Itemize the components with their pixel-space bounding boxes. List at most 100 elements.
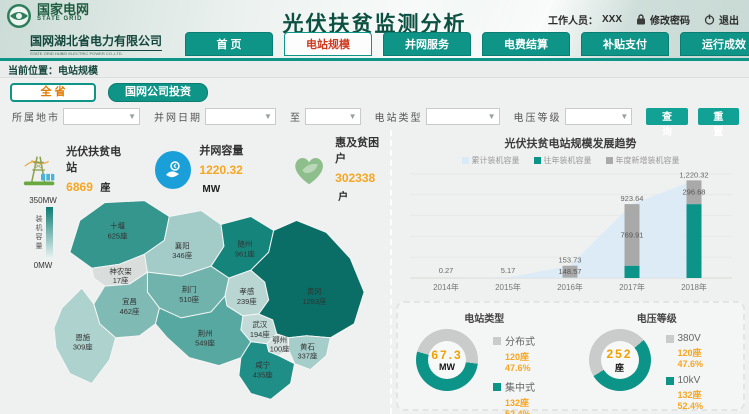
city-filter-label: 所属地市 [12,109,60,124]
tab-fee-settlement[interactable]: 电费结算 [482,32,570,56]
map-label: 100座 [270,344,290,354]
legend-swatch [666,377,674,385]
breadcrumb-label: 当前位置： [8,62,58,77]
brand: 国家电网 STATE GRID [6,3,89,29]
voltage-select[interactable]: ▼ [565,108,633,125]
map-label: 309座 [73,342,93,352]
type-filter-label: 电站类型 [375,109,423,124]
map-label: 襄阳 [175,240,190,250]
voltage-level-donut[interactable]: 252 座 [589,329,651,391]
grid-connection-icon [155,151,191,189]
filter-row: 所属地市 ▼ 并网日期 ▼ 至 ▼ 电站类型 ▼ 电压等级 ▼ 查询 重置 [12,108,749,125]
map-label: 神农架 [109,266,132,276]
staff-name: XXX [602,14,622,25]
breadcrumb: 当前位置： 电站规模 [0,61,749,78]
map-label: 337座 [298,351,318,361]
map-label: 17座 [113,275,129,285]
city-select[interactable]: ▼ [63,108,140,125]
map-label: 随州 [237,238,252,248]
breadcrumb-value: 电站规模 [58,62,98,77]
company-name: 国网湖北省电力有限公司 [30,32,162,51]
change-password-button[interactable]: 修改密码 [636,12,690,27]
chevron-down-icon: ▼ [488,112,496,121]
main-content: 光伏扶贫电站 6869 座 [0,130,749,414]
map-label: 鄂州 [272,336,287,345]
tab-station-scale[interactable]: 电站规模 [284,32,372,56]
donut-center-value: 67.3 [431,348,462,362]
map-label: 239座 [237,296,257,306]
scope-row: 全 省 国网公司投资 [10,83,749,102]
svg-text:2016年: 2016年 [557,282,583,292]
sgcc-invest-button[interactable]: 国网公司投资 [108,83,208,102]
brand-cn: 国家电网 [37,3,89,16]
pie-panel: 电站类型 67.3 MW 分布式 120座47.6% 集中式 132座52.4% [396,301,745,411]
date-to-select[interactable]: ▼ [305,108,361,125]
right-column: 光伏扶贫电站规模发展趋势 累计装机容量往年装机容量年度新增装机容量 0.2720… [392,130,747,414]
map-label: 435座 [253,370,273,380]
svg-text:923.64: 923.64 [621,194,644,203]
map-label: 宜昌 [122,296,137,306]
map-label: 恩施 [75,332,90,342]
map-panel: 光伏扶贫电站 6869 座 [0,130,392,414]
company-name-en: STATE GRID HUBEI ELECTRIC POWER CO.,LTD. [30,51,149,56]
brand-en: STATE GRID [37,16,89,22]
tab-operation-results[interactable]: 运行成效 [680,32,749,56]
donut-center-value: 252 [606,347,632,361]
legend-swatch [493,383,501,391]
tab-home[interactable]: 首 页 [185,32,273,56]
map-label: 346座 [172,250,192,260]
map-label: 625座 [108,230,128,240]
date-from-select[interactable]: ▼ [205,108,276,125]
station-type-legend: 分布式 120座47.6% 集中式 132座52.4% [493,331,571,414]
donut-center-unit: MW [439,362,455,372]
legend-title: 装机容量 [33,207,43,259]
map-label: 194座 [250,329,270,339]
map-label: 孝感 [239,286,254,296]
header: 国家电网 STATE GRID 国网湖北省电力有限公司 STATE GRID H… [0,0,749,58]
trend-legend: 累计装机容量往年装机容量年度新增装机容量 [396,155,745,166]
tab-grid-service[interactable]: 并网服务 [383,32,471,56]
chevron-down-icon: ▼ [349,112,357,121]
map-label: 510座 [179,294,199,304]
station-type-select[interactable]: ▼ [426,108,500,125]
svg-text:2015年: 2015年 [495,282,521,292]
map-label: 十堰 [110,220,125,230]
query-button[interactable]: 查询 [646,108,687,125]
map-label: 549座 [195,338,215,348]
voltage-level-legend: 380V 120座47.6% 10kV 132座52.4% [666,331,744,414]
svg-text:5.17: 5.17 [501,266,516,275]
province-scope-button[interactable]: 全 省 [10,83,96,102]
map-label: 961座 [235,248,255,258]
station-type-chart: 电站类型 67.3 MW 分布式 120座47.6% 集中式 132座52.4% [398,303,571,409]
hubei-map: 十堰 625座 神农架 17座 襄阳 346座 随州 961座 荆门 510座 … [50,190,388,410]
logout-button[interactable]: 退出 [704,12,739,27]
svg-text:296.68: 296.68 [683,188,706,197]
voltage-level-chart: 电压等级 252 座 380V 120座47.6% 10kV 132座52.4% [571,303,744,409]
kpi-capacity-value: 1220.32 [199,163,242,177]
svg-text:1,220.32: 1,220.32 [679,170,708,179]
state-grid-logo-icon [6,3,32,29]
svg-text:2014年: 2014年 [433,282,459,292]
voltage-filter-label: 电压等级 [514,109,562,124]
map-label: 咸宁 [255,360,270,370]
dashboard: 国家电网 STATE GRID 国网湖北省电力有限公司 STATE GRID H… [0,0,749,414]
map-label: 黄冈 [307,286,322,296]
reset-button[interactable]: 重置 [698,108,739,125]
trend-chart: 0.272014年5.172015年153.73148.572016年923.6… [396,166,741,298]
svg-text:769.91: 769.91 [621,230,644,239]
station-type-donut[interactable]: 67.3 MW [416,329,478,391]
trend-panel: 光伏扶贫电站规模发展趋势 累计装机容量往年装机容量年度新增装机容量 0.2720… [396,130,745,296]
main-nav: 首 页 电站规模 并网服务 电费结算 补贴支付 运行成效 数据查询及导出 [185,32,749,56]
svg-text:153.73: 153.73 [559,256,582,265]
svg-text:2018年: 2018年 [681,282,707,292]
legend-swatch [493,337,501,345]
user-area: 工作人员： XXX 修改密码 退出 [548,12,739,27]
map-label: 武汉 [252,319,267,329]
map-label: 荆门 [182,284,197,294]
legend-swatch [666,335,674,343]
map-label: 黄石 [300,342,315,352]
tab-subsidy-payment[interactable]: 补贴支付 [581,32,669,56]
power-tower-icon [20,150,58,190]
map-label: 荆州 [198,328,213,338]
trend-title: 光伏扶贫电站规模发展趋势 [396,130,745,151]
